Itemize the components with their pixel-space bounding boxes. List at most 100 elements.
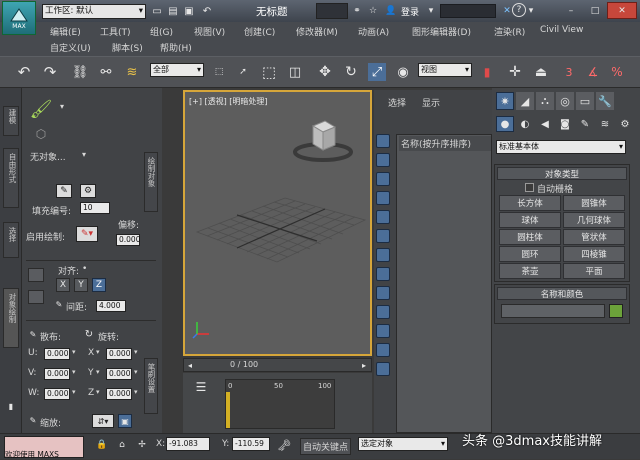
tab-selection[interactable]: 选择 [3, 222, 19, 258]
box-button[interactable]: 长方体 [499, 195, 561, 211]
display-shapes-icon[interactable] [376, 172, 390, 186]
time-cursor[interactable] [226, 392, 230, 428]
chevron-down-icon[interactable]: ▾ [60, 102, 64, 111]
menu-help[interactable]: 帮助(H) [160, 41, 192, 54]
y-coord-field[interactable]: -110.59 [232, 437, 270, 451]
selection-filter-dropdown[interactable]: 全部 ▾ [150, 63, 204, 77]
selection-lock-icon[interactable]: 🔒 [96, 438, 108, 452]
torus-button[interactable]: 圆环 [499, 246, 561, 262]
object-name-field[interactable] [501, 304, 605, 318]
object-color-swatch[interactable] [609, 304, 623, 318]
window-crossing-icon[interactable]: ◫ [286, 63, 304, 81]
angle-snap-icon[interactable]: ∡ [584, 63, 602, 81]
percent-snap-icon[interactable]: % [608, 63, 626, 81]
chevron-down-icon[interactable]: ▾ [526, 4, 536, 18]
display-helpers-icon[interactable] [376, 229, 390, 243]
chevron-right-icon[interactable]: ▸ [360, 359, 368, 371]
bind-spacewarp-icon[interactable]: ≋ [122, 63, 142, 81]
maxscript-listener[interactable]: 欢迎使用 MAXS [4, 436, 84, 459]
paint-pick-button[interactable]: ✎ [56, 184, 72, 198]
tab-modeling[interactable]: 建模 [3, 106, 19, 136]
pivot-center-icon[interactable]: ▮ [478, 63, 496, 81]
scatter-v-field[interactable]: 0.000 [44, 368, 70, 380]
axis-x-button[interactable]: X [56, 278, 70, 292]
menu-view[interactable]: 视图(V) [194, 25, 225, 38]
paint-brush-icon[interactable]: 🖌 [28, 96, 54, 122]
systems-icon[interactable]: ⚙ [616, 116, 634, 132]
save-icon[interactable]: ▣ [182, 4, 196, 18]
trackbar[interactable]: ☰ 0 50 100 [183, 373, 372, 433]
x-coord-field[interactable]: -91.083 [166, 437, 210, 451]
rect-selection-icon[interactable]: ⬚ [260, 63, 278, 81]
cone-button[interactable]: 圆锥体 [563, 195, 625, 211]
rotate-z-field[interactable]: 0.000 [106, 388, 132, 400]
isolate-icon[interactable]: ⌂ [116, 438, 128, 452]
geometry-icon[interactable]: ● [496, 116, 514, 132]
display-lights-icon[interactable] [376, 191, 390, 205]
star-icon[interactable]: ☆ [366, 4, 380, 18]
workspace-dropdown[interactable]: 工作区: 默认 ▾ [42, 4, 146, 19]
column-header-name[interactable]: 名称(按升序排序) [399, 136, 491, 151]
tab-freeform[interactable]: 自由形式 [3, 148, 19, 208]
tab-display[interactable]: 显示 [422, 96, 440, 109]
rotate-y-field[interactable]: 0.000 [106, 368, 132, 380]
paint-settings-button[interactable]: ⚙ [80, 184, 96, 198]
spacing-field[interactable]: 4.000 [96, 300, 126, 312]
keyboard-shortcut-icon[interactable]: ⏏ [532, 63, 550, 81]
menu-group[interactable]: 组(G) [150, 25, 173, 38]
autogrid-checkbox[interactable] [525, 183, 534, 192]
search-field[interactable] [440, 4, 496, 18]
side-tab-paint-objects[interactable]: 绘制对象 [144, 152, 158, 212]
chevron-down-icon[interactable]: ▾ [82, 150, 86, 159]
undo-icon[interactable]: ↶ [14, 63, 34, 81]
scene-tree-list[interactable]: 名称(按升序排序) [396, 134, 492, 433]
object-type-header[interactable]: 对象类型 [497, 167, 627, 180]
link-icon[interactable]: ⛓ [70, 63, 90, 81]
plane-button[interactable]: 平面 [563, 263, 625, 279]
menu-scripting[interactable]: 脚本(S) [112, 41, 143, 54]
shapes-icon[interactable]: ◐ [516, 116, 534, 132]
display-hidden-icon[interactable] [376, 362, 390, 376]
redo-icon[interactable]: ↷ [40, 63, 60, 81]
binoculars-icon[interactable]: ⚭ [350, 4, 364, 18]
menu-graph-editors[interactable]: 图形编辑器(D) [412, 25, 471, 38]
scale-mode-button[interactable]: ⇵▾ [92, 414, 114, 428]
mini-curve-editor-icon[interactable]: ☰ [193, 377, 209, 397]
scale-lock-button[interactable]: ▣ [118, 414, 132, 428]
selected-object-dropdown[interactable]: 选定对象 ▾ [358, 437, 448, 451]
axis-y-button[interactable]: Y [74, 278, 88, 292]
name-color-header[interactable]: 名称和颜色 [497, 287, 627, 300]
menu-modifiers[interactable]: 修改器(M) [296, 25, 338, 38]
tab-select[interactable]: 选择 [388, 96, 406, 109]
perspective-viewport[interactable]: [+] [透视] [明暗处理] [183, 90, 372, 356]
axis-z-button[interactable]: Z [92, 278, 106, 292]
enable-paint-button[interactable]: ✎▾ [76, 226, 98, 242]
absolute-mode-icon[interactable]: ✢ [136, 438, 148, 452]
tab-hierarchy-icon[interactable]: ⛬ [536, 92, 554, 110]
new-file-icon[interactable]: ▭ [150, 4, 164, 18]
display-geometry-icon[interactable] [376, 153, 390, 167]
sphere-button[interactable]: 球体 [499, 212, 561, 228]
minimize-button[interactable]: – [560, 3, 582, 18]
tab-display-icon[interactable]: ▭ [576, 92, 594, 110]
auto-key-button[interactable]: 自动关键点 [300, 438, 352, 455]
primitive-type-dropdown[interactable]: 标准基本体 ▾ [496, 140, 626, 154]
menu-create[interactable]: 创建(C) [244, 25, 275, 38]
menu-customize[interactable]: 自定义(U) [50, 41, 91, 54]
viewcube-icon[interactable] [293, 116, 353, 166]
tab-utilities-icon[interactable]: 🔧 [596, 92, 614, 110]
helpers-icon[interactable]: ✎ [576, 116, 594, 132]
scatter-u-field[interactable]: 0.000 [44, 348, 70, 360]
menu-civil-view[interactable]: Civil View [540, 25, 583, 35]
search-box[interactable] [316, 3, 348, 19]
user-icon[interactable]: 👤 [384, 4, 398, 18]
select-object-icon[interactable]: ⬚ [210, 63, 228, 81]
app-logo-button[interactable]: MAX [2, 1, 36, 35]
display-frozen-icon[interactable] [376, 343, 390, 357]
chevron-left-icon[interactable]: ◂ [186, 359, 194, 371]
geosphere-button[interactable]: 几何球体 [563, 212, 625, 228]
unlink-icon[interactable]: ⚯ [96, 63, 116, 81]
teapot-button[interactable]: 茶壶 [499, 263, 561, 279]
placement-icon[interactable]: ◉ [394, 63, 412, 81]
chevron-down-icon[interactable]: ▾ [426, 4, 436, 18]
